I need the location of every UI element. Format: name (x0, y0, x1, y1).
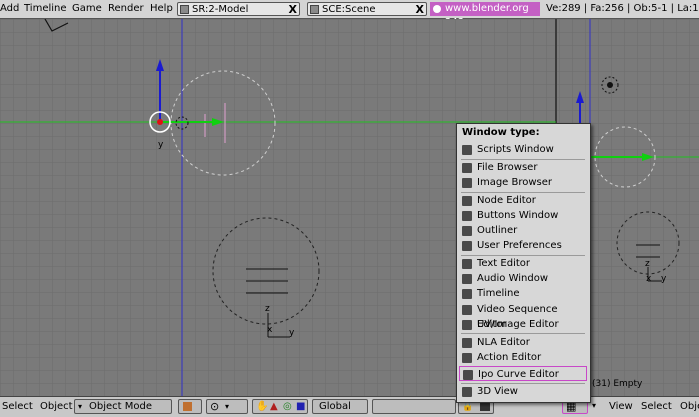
scene-stats: Ve:289 | Fa:256 | Ob:5-1 | La:1 | M (546, 3, 699, 14)
menu-timeline[interactable]: Timeline (24, 3, 67, 14)
menu-item-timeline[interactable]: Timeline (459, 286, 587, 301)
draw-type-button[interactable] (178, 399, 202, 414)
blender-url[interactable]: www.blender.org 243 (430, 2, 540, 28)
chevron-down-icon[interactable]: ▾ (592, 401, 596, 410)
nla-icon (462, 338, 472, 348)
timeline-icon (462, 289, 472, 299)
gizmo-y-label: y (158, 140, 164, 150)
menu-item-3d-view[interactable]: 3D View (459, 384, 587, 399)
right-x-label: x (646, 274, 652, 284)
empty-y-label: y (289, 328, 295, 338)
menu-title: Window type: (462, 127, 540, 138)
scene-icon (310, 5, 319, 14)
menu-item-outliner[interactable]: Outliner (459, 223, 587, 238)
scene-close-button[interactable]: X (416, 3, 424, 17)
menu-item-text-editor[interactable]: Text Editor (459, 256, 587, 271)
menu-item-audio-window[interactable]: Audio Window (459, 271, 587, 286)
file-browser-icon (462, 163, 472, 173)
menu-item-user-preferences[interactable]: User Preferences (459, 238, 587, 253)
empty-z-label: z (265, 304, 270, 314)
menu-item-nla-editor[interactable]: NLA Editor (459, 335, 587, 350)
menu-item-video-sequence-editor[interactable]: Video Sequence Editor (459, 302, 587, 330)
blender-logo-icon (433, 5, 441, 13)
orientation-select[interactable]: Global (312, 399, 368, 414)
chevron-down-icon: ▾ (78, 402, 83, 411)
menu-render[interactable]: Render (108, 3, 144, 14)
text-editor-icon (462, 259, 472, 269)
uv-editor-icon (462, 320, 472, 330)
3d-viewport[interactable]: y z x y z x y (31) Empty (0, 18, 699, 396)
window-type-menu: Window type: Scripts Window File Browser… (456, 123, 591, 403)
cube-icon (183, 402, 192, 411)
menu-add[interactable]: Add (0, 3, 19, 14)
screen-icon (180, 5, 189, 14)
info-icon (462, 241, 472, 251)
select-menu[interactable]: Select (2, 401, 33, 412)
bottom-header: Select Object ▾ Object Mode ⊙ ▾ ✋ ▲ ◎ ■ … (0, 396, 699, 417)
3d-view-icon (462, 387, 472, 397)
right-z-label: z (645, 259, 650, 269)
screen-close-button[interactable]: X (289, 3, 297, 17)
pivot-icon: ⊙ (210, 400, 220, 413)
pivot-buttons[interactable]: ⊙ ▾ (206, 399, 248, 414)
image-browser-icon (462, 178, 472, 188)
outliner-icon (462, 226, 472, 236)
view-menu[interactable]: View (609, 401, 633, 412)
scale-icon: ■ (296, 401, 306, 412)
layer-buttons[interactable] (372, 399, 456, 414)
empty-x-label: x (267, 325, 273, 335)
orientation-value: Global (319, 401, 351, 412)
right-y-label: y (661, 274, 667, 284)
node-editor-icon (462, 196, 472, 206)
screen-name: SR:2-Model (192, 4, 249, 15)
menu-item-uv-image-editor[interactable]: UV/Image Editor (459, 317, 587, 332)
menu-item-scripts-window[interactable]: Scripts Window (459, 142, 587, 157)
mode-select[interactable]: ▾ Object Mode (74, 399, 172, 414)
chevron-icon: ▾ (225, 402, 230, 411)
object-menu[interactable]: Object (40, 401, 73, 412)
menu-item-buttons-window[interactable]: Buttons Window (459, 208, 587, 223)
menu-game[interactable]: Game (72, 3, 102, 14)
select-menu-right[interactable]: Select (641, 401, 672, 412)
action-icon (462, 353, 472, 363)
scripts-icon (462, 145, 472, 155)
object-menu-right[interactable]: Obje (680, 401, 699, 412)
menu-item-file-browser[interactable]: File Browser (459, 160, 587, 175)
scene-name: SCE:Scene (322, 4, 376, 15)
ipo-curve-icon (463, 370, 473, 380)
audio-icon (462, 274, 472, 284)
manipulator-buttons[interactable]: ✋ ▲ ◎ ■ (252, 399, 308, 414)
rotate-icon: ◎ (283, 401, 292, 412)
translate-icon: ▲ (270, 401, 278, 412)
top-header: Add Timeline Game Render Help SR:2-Model… (0, 0, 699, 28)
hand-icon: ✋ (256, 401, 269, 412)
viewport-canvas[interactable] (0, 18, 699, 396)
mode-value: Object Mode (89, 401, 152, 412)
scene-field[interactable]: SCE:Scene X (307, 2, 427, 16)
object-info-label: (31) Empty (592, 379, 643, 389)
menu-item-image-browser[interactable]: Image Browser (459, 175, 587, 190)
sequence-icon (462, 305, 472, 315)
menu-item-action-editor[interactable]: Action Editor (459, 350, 587, 365)
menu-item-node-editor[interactable]: Node Editor (459, 193, 587, 208)
buttons-icon (462, 211, 472, 221)
screen-field[interactable]: SR:2-Model X (177, 2, 300, 16)
menu-item-ipo-curve-editor[interactable]: Ipo Curve Editor (459, 366, 587, 381)
menu-help[interactable]: Help (150, 3, 173, 14)
